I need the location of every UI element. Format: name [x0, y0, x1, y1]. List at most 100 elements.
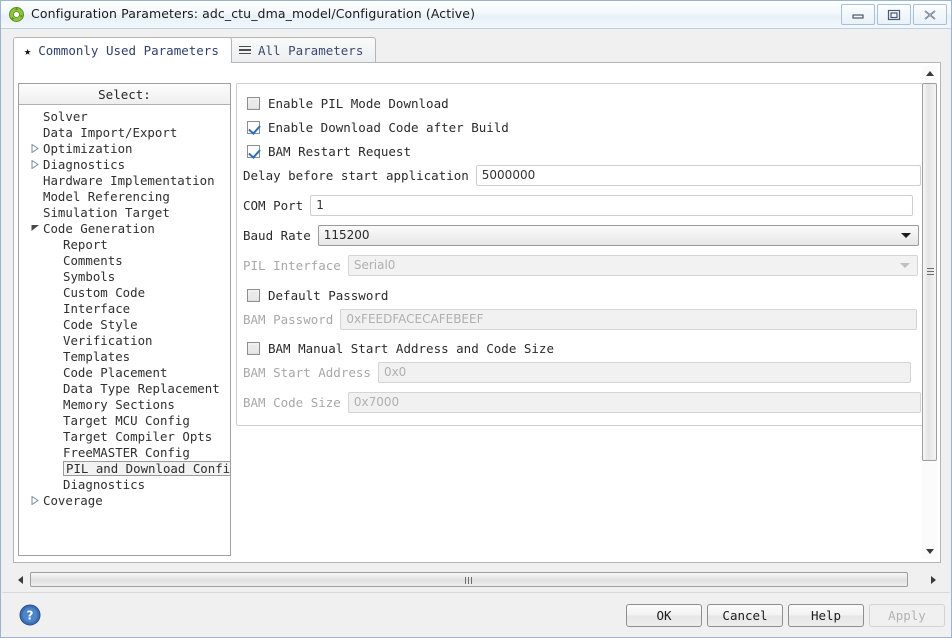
- bam-code-size-input[interactable]: 0x7000: [347, 391, 921, 413]
- scroll-down-button[interactable]: [922, 544, 937, 559]
- baud-rate-value: 115200: [323, 228, 370, 242]
- ok-button[interactable]: OK: [626, 604, 702, 627]
- select-tree-panel: Select: Solver Data Import/Export Optimiza…: [18, 83, 231, 556]
- tree-item-label: Data Import/Export: [43, 124, 178, 140]
- tree-item-target-compiler-opts[interactable]: Target Compiler Opts: [19, 428, 230, 444]
- cancel-button[interactable]: Cancel: [707, 604, 783, 627]
- row-enable-download-after-build[interactable]: Enable Download Code after Build: [247, 116, 509, 138]
- enable-download-after-build-checkbox[interactable]: [247, 120, 260, 134]
- tree-item-data-type-replacement[interactable]: Data Type Replacement: [19, 380, 230, 396]
- default-password-label: Default Password: [268, 287, 389, 303]
- tree-item-model-referencing[interactable]: Model Referencing: [19, 188, 230, 204]
- tree-item-label: Code Placement: [63, 364, 168, 380]
- bam-password-label: BAM Password: [243, 311, 334, 327]
- bam-restart-request-checkbox[interactable]: [247, 144, 260, 158]
- tree-item-code-generation[interactable]: Code Generation: [19, 220, 230, 236]
- tree-item-label: Target Compiler Opts: [63, 428, 213, 444]
- bam-password-input[interactable]: 0xFEEDFACECAFEBEEF: [340, 308, 918, 330]
- bam-manual-start-checkbox[interactable]: [247, 341, 260, 355]
- tree-item-label: Verification: [63, 332, 153, 348]
- baud-rate-combobox[interactable]: 115200: [317, 224, 919, 246]
- com-port-input[interactable]: 1: [310, 194, 914, 216]
- pil-interface-combobox[interactable]: Serial0: [347, 254, 918, 276]
- apply-button[interactable]: Apply: [869, 604, 945, 627]
- tree-item-freemaster-config[interactable]: FreeMASTER Config: [19, 444, 230, 460]
- maximize-button[interactable]: [877, 4, 911, 25]
- simulink-icon: [8, 6, 25, 23]
- star-icon: ★: [24, 43, 32, 58]
- list-icon: [239, 45, 251, 55]
- tree-item-label: Report: [63, 236, 108, 252]
- bam-manual-start-label: BAM Manual Start Address and Code Size: [268, 340, 554, 356]
- question-mark-icon[interactable]: ?: [19, 604, 41, 626]
- tree-item-custom-code[interactable]: Custom Code: [19, 284, 230, 300]
- tab-label: Commonly Used Parameters: [38, 43, 219, 58]
- dialog-footer: ? OK Cancel Help Apply: [2, 592, 950, 637]
- tree-item-interface[interactable]: Interface: [19, 300, 230, 316]
- title-bar: Configuration Parameters: adc_ctu_dma_mo…: [1, 1, 951, 29]
- help-button[interactable]: Help: [788, 604, 864, 627]
- minimize-button[interactable]: [841, 4, 875, 25]
- tree-item-report[interactable]: Report: [19, 236, 230, 252]
- tree-item-label: Diagnostics: [63, 476, 146, 492]
- tree-item-optimization[interactable]: Optimization: [19, 140, 230, 156]
- tree-item-templates[interactable]: Templates: [19, 348, 230, 364]
- delay-before-start-label: Delay before start application: [243, 167, 469, 183]
- tree-item-hardware-implementation[interactable]: Hardware Implementation: [19, 172, 230, 188]
- tree-item-code-style[interactable]: Code Style: [19, 316, 230, 332]
- tree-item-label: Model Referencing: [43, 188, 170, 204]
- grip-icon: [927, 268, 934, 276]
- tree-item-code-placement[interactable]: Code Placement: [19, 364, 230, 380]
- scroll-up-button[interactable]: [922, 66, 937, 81]
- chevron-down-icon: [899, 263, 910, 268]
- vertical-scrollbar[interactable]: [922, 66, 937, 559]
- baud-rate-label: Baud Rate: [243, 227, 311, 243]
- bam-start-address-label: BAM Start Address: [243, 364, 371, 380]
- row-default-password[interactable]: Default Password: [247, 284, 388, 306]
- chevron-down-icon: [900, 233, 911, 238]
- tree-item-label: Memory Sections: [63, 396, 175, 412]
- tree-item-memory-sections[interactable]: Memory Sections: [19, 396, 230, 412]
- row-baud-rate: Baud Rate 115200: [243, 224, 921, 246]
- bam-start-address-input[interactable]: 0x0: [377, 361, 911, 383]
- tree-item-comments[interactable]: Comments: [19, 252, 230, 268]
- tree-item-label: Coverage: [43, 492, 103, 508]
- triangle-down-icon: [925, 549, 934, 554]
- tree-item-label: Interface: [63, 300, 131, 316]
- tree-item-target-mcu-config[interactable]: Target MCU Config: [19, 412, 230, 428]
- scroll-left-button[interactable]: [13, 571, 28, 588]
- pil-interface-value: Serial0: [353, 258, 396, 272]
- row-bam-restart-request[interactable]: BAM Restart Request: [247, 140, 411, 162]
- select-tree-list[interactable]: Solver Data Import/Export Optimization Diag…: [19, 106, 230, 555]
- row-delay-before-start: Delay before start application 5000000: [243, 164, 921, 186]
- chevron-right-icon: [29, 494, 41, 506]
- tree-item-verification[interactable]: Verification: [19, 332, 230, 348]
- tree-item-solver[interactable]: Solver: [19, 108, 230, 124]
- tab-label: All Parameters: [258, 42, 364, 58]
- horizontal-scrollbar-thumb[interactable]: [30, 572, 908, 587]
- svg-text:?: ?: [27, 609, 34, 623]
- close-button[interactable]: [913, 4, 947, 25]
- tree-item-data-import-export[interactable]: Data Import/Export: [19, 124, 230, 140]
- chevron-down-icon: [29, 222, 41, 234]
- row-enable-pil-mode-download[interactable]: Enable PIL Mode Download: [247, 92, 449, 114]
- default-password-checkbox[interactable]: [247, 288, 260, 302]
- tree-item-symbols[interactable]: Symbols: [19, 268, 230, 284]
- delay-before-start-input[interactable]: 5000000: [475, 164, 921, 186]
- minimize-icon: [852, 13, 864, 19]
- scroll-right-button[interactable]: [926, 571, 941, 588]
- tab-commonly-used-parameters[interactable]: ★ Commonly Used Parameters: [13, 37, 232, 63]
- tree-item-label: FreeMASTER Config: [63, 444, 190, 460]
- tree-item-diagnostics[interactable]: Diagnostics: [19, 156, 230, 172]
- tree-item-pil-and-download-config[interactable]: PIL and Download Config: [19, 460, 230, 476]
- tab-all-parameters[interactable]: All Parameters: [228, 37, 377, 62]
- tree-item-diagnostics[interactable]: Diagnostics: [19, 476, 230, 492]
- tree-item-coverage[interactable]: Coverage: [19, 492, 230, 508]
- row-bam-start-address: BAM Start Address 0x0: [243, 361, 921, 383]
- row-bam-manual-start[interactable]: BAM Manual Start Address and Code Size: [247, 337, 554, 359]
- row-com-port: COM Port 1: [243, 194, 921, 216]
- tree-item-simulation-target[interactable]: Simulation Target: [19, 204, 230, 220]
- vertical-scrollbar-thumb[interactable]: [922, 83, 937, 461]
- enable-pil-mode-download-checkbox[interactable]: [247, 96, 260, 110]
- horizontal-scrollbar[interactable]: [13, 571, 941, 588]
